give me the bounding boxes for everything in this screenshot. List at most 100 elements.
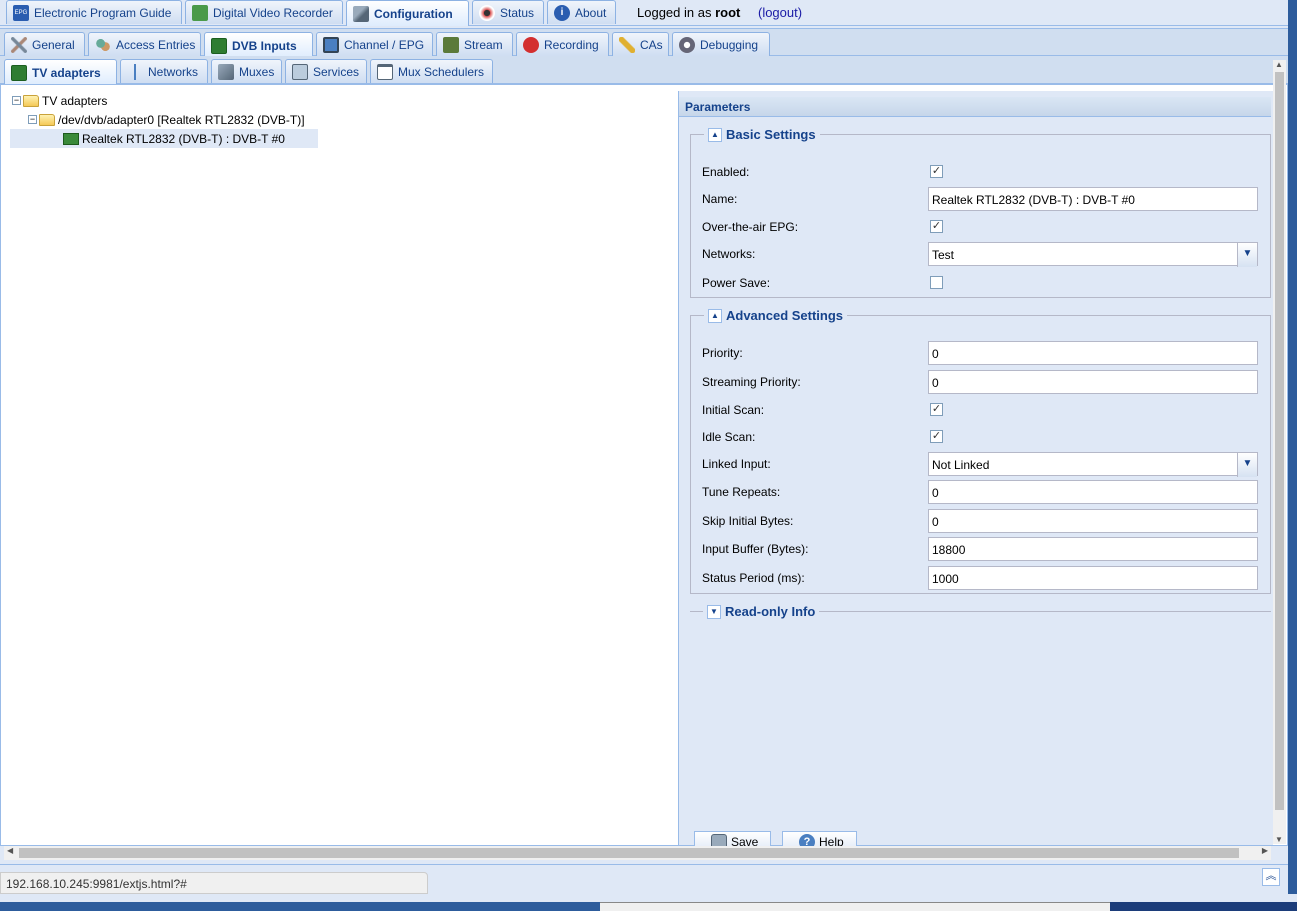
field-label: Name: bbox=[702, 192, 738, 206]
networks-select[interactable]: Test ▼ bbox=[928, 242, 1258, 267]
legend-label: Advanced Settings bbox=[726, 308, 844, 323]
login-status: Logged in as root (logout) bbox=[637, 5, 802, 20]
skip-initial-bytes-input[interactable]: 0 bbox=[928, 509, 1258, 533]
stream-icon bbox=[443, 36, 459, 53]
logout-link[interactable]: (logout) bbox=[758, 5, 802, 20]
gears-icon bbox=[679, 36, 695, 53]
tab-configuration[interactable]: Configuration bbox=[346, 0, 469, 26]
linked-input-select[interactable]: Not Linked ▼ bbox=[928, 452, 1258, 477]
tab-services[interactable]: Services bbox=[285, 59, 367, 83]
config-tab-bar: General Access Entries DVB Inputs Channe… bbox=[0, 28, 1288, 58]
name-input[interactable]: Realtek RTL2832 (DVB-T) : DVB-T #0 bbox=[928, 187, 1258, 211]
tab-mux-schedulers[interactable]: Mux Schedulers bbox=[370, 59, 493, 83]
login-user: root bbox=[715, 5, 741, 20]
panel-title: Parameters bbox=[679, 97, 1271, 117]
scroll-down-icon[interactable]: ▼ bbox=[1275, 835, 1283, 844]
status-period-input[interactable]: 1000 bbox=[928, 566, 1258, 590]
services-icon bbox=[292, 63, 308, 80]
tab-debugging[interactable]: Debugging bbox=[672, 32, 770, 56]
tab-access-entries[interactable]: Access Entries bbox=[88, 32, 201, 56]
field-linked-input: Linked Input: Not Linked ▼ bbox=[702, 452, 1258, 477]
tab-cas[interactable]: CAs bbox=[612, 32, 669, 56]
field-initial-scan: Initial Scan: ✓ bbox=[702, 398, 1258, 422]
chevron-down-icon[interactable]: ▼ bbox=[1237, 453, 1257, 477]
tab-label: General bbox=[32, 37, 75, 52]
field-label: Idle Scan: bbox=[702, 430, 756, 444]
initial-scan-checkbox[interactable]: ✓ bbox=[930, 403, 943, 416]
collapse-up-icon[interactable]: ▲ bbox=[708, 308, 722, 323]
enabled-checkbox[interactable]: ✓ bbox=[930, 165, 943, 178]
tab-label: Electronic Program Guide bbox=[34, 5, 172, 20]
field-ota-epg: Over-the-air EPG: ✓ bbox=[702, 215, 1258, 239]
tab-general[interactable]: General bbox=[4, 32, 85, 56]
tab-label: Debugging bbox=[700, 37, 759, 52]
taskbar-segment bbox=[0, 902, 600, 911]
scroll-thumb[interactable] bbox=[1275, 72, 1284, 810]
tree-node-adapter[interactable]: − /dev/dvb/adapter0 [Realtek RTL2832 (DV… bbox=[28, 110, 305, 129]
tab-stream[interactable]: Stream bbox=[436, 32, 513, 56]
advanced-settings-legend: ▲ Advanced Settings bbox=[704, 308, 847, 323]
field-enabled: Enabled: ✓ bbox=[702, 160, 1258, 184]
horizontal-scrollbar[interactable]: ◀ ▶ bbox=[4, 846, 1271, 860]
tab-networks[interactable]: Networks bbox=[120, 59, 208, 83]
taskbar-segment bbox=[1110, 902, 1297, 911]
field-label: Status Period (ms): bbox=[702, 571, 805, 585]
eye-icon bbox=[479, 4, 495, 21]
tab-label: Configuration bbox=[374, 6, 453, 21]
rec-icon bbox=[523, 36, 539, 53]
streaming-priority-input[interactable]: 0 bbox=[928, 370, 1258, 394]
key-icon bbox=[619, 36, 635, 53]
tab-electronic-program-guide[interactable]: EPG Electronic Program Guide bbox=[6, 0, 182, 24]
tab-label: Muxes bbox=[239, 64, 275, 79]
priority-input[interactable]: 0 bbox=[928, 341, 1258, 365]
tab-label: Services bbox=[313, 64, 360, 79]
satellite-icon bbox=[218, 63, 234, 80]
readonly-info-legend: ▼ Read-only Info bbox=[703, 604, 819, 619]
tuner-card-icon bbox=[211, 37, 227, 54]
tab-channel-epg[interactable]: Channel / EPG bbox=[316, 32, 433, 56]
scroll-right-icon[interactable]: ▶ bbox=[1262, 846, 1268, 855]
tab-about[interactable]: i About bbox=[547, 0, 616, 24]
chevron-down-icon[interactable]: ▼ bbox=[1237, 243, 1257, 267]
tab-tv-adapters[interactable]: TV adapters bbox=[4, 59, 117, 85]
tab-label: TV adapters bbox=[32, 65, 101, 80]
field-label: Over-the-air EPG: bbox=[702, 220, 799, 234]
tab-muxes[interactable]: Muxes bbox=[211, 59, 282, 83]
scroll-thumb[interactable] bbox=[19, 848, 1239, 858]
scroll-left-icon[interactable]: ◀ bbox=[7, 846, 13, 855]
tab-recording[interactable]: Recording bbox=[516, 32, 609, 56]
tab-label: Mux Schedulers bbox=[398, 64, 485, 79]
field-skip-initial-bytes: Skip Initial Bytes: 0 bbox=[702, 509, 1258, 533]
expand-down-icon[interactable]: ▼ bbox=[707, 604, 721, 619]
field-label: Initial Scan: bbox=[702, 403, 765, 417]
tab-digital-video-recorder[interactable]: Digital Video Recorder bbox=[185, 0, 343, 24]
epg-icon: EPG bbox=[13, 4, 29, 21]
field-label: Linked Input: bbox=[702, 457, 771, 471]
tune-repeats-input[interactable]: 0 bbox=[928, 480, 1258, 504]
tab-label: Access Entries bbox=[116, 37, 196, 52]
readonly-info-fieldset: ▼ Read-only Info bbox=[690, 604, 1271, 619]
collapse-up-icon[interactable]: ▲ bbox=[708, 127, 722, 142]
tab-label: Stream bbox=[464, 37, 503, 52]
tab-dvb-inputs[interactable]: DVB Inputs bbox=[204, 32, 313, 58]
legend-label: Read-only Info bbox=[725, 604, 816, 619]
tuner-card-icon bbox=[63, 132, 79, 145]
input-buffer-input[interactable]: 18800 bbox=[928, 537, 1258, 561]
collapse-toggle-icon[interactable]: − bbox=[12, 96, 21, 105]
collapse-toggle-icon[interactable]: − bbox=[28, 115, 37, 124]
ota-epg-checkbox[interactable]: ✓ bbox=[930, 220, 943, 233]
idle-scan-checkbox[interactable]: ✓ bbox=[930, 430, 943, 443]
collapse-up-double-icon[interactable]: ︽ bbox=[1262, 868, 1280, 886]
vertical-scrollbar[interactable]: ▲ ▼ bbox=[1273, 60, 1286, 844]
scroll-up-icon[interactable]: ▲ bbox=[1275, 60, 1283, 69]
field-label: Streaming Priority: bbox=[702, 375, 801, 389]
tree-node-root[interactable]: − TV adapters bbox=[12, 91, 107, 110]
folder-open-icon bbox=[39, 113, 55, 126]
download-icon bbox=[192, 4, 208, 21]
power-save-checkbox[interactable] bbox=[930, 276, 943, 289]
field-label: Skip Initial Bytes: bbox=[702, 514, 794, 528]
tab-status[interactable]: Status bbox=[472, 0, 544, 24]
tab-label: Status bbox=[500, 5, 535, 20]
tab-label: Recording bbox=[544, 37, 599, 52]
tree-node-frontend[interactable]: Realtek RTL2832 (DVB-T) : DVB-T #0 bbox=[10, 129, 318, 148]
